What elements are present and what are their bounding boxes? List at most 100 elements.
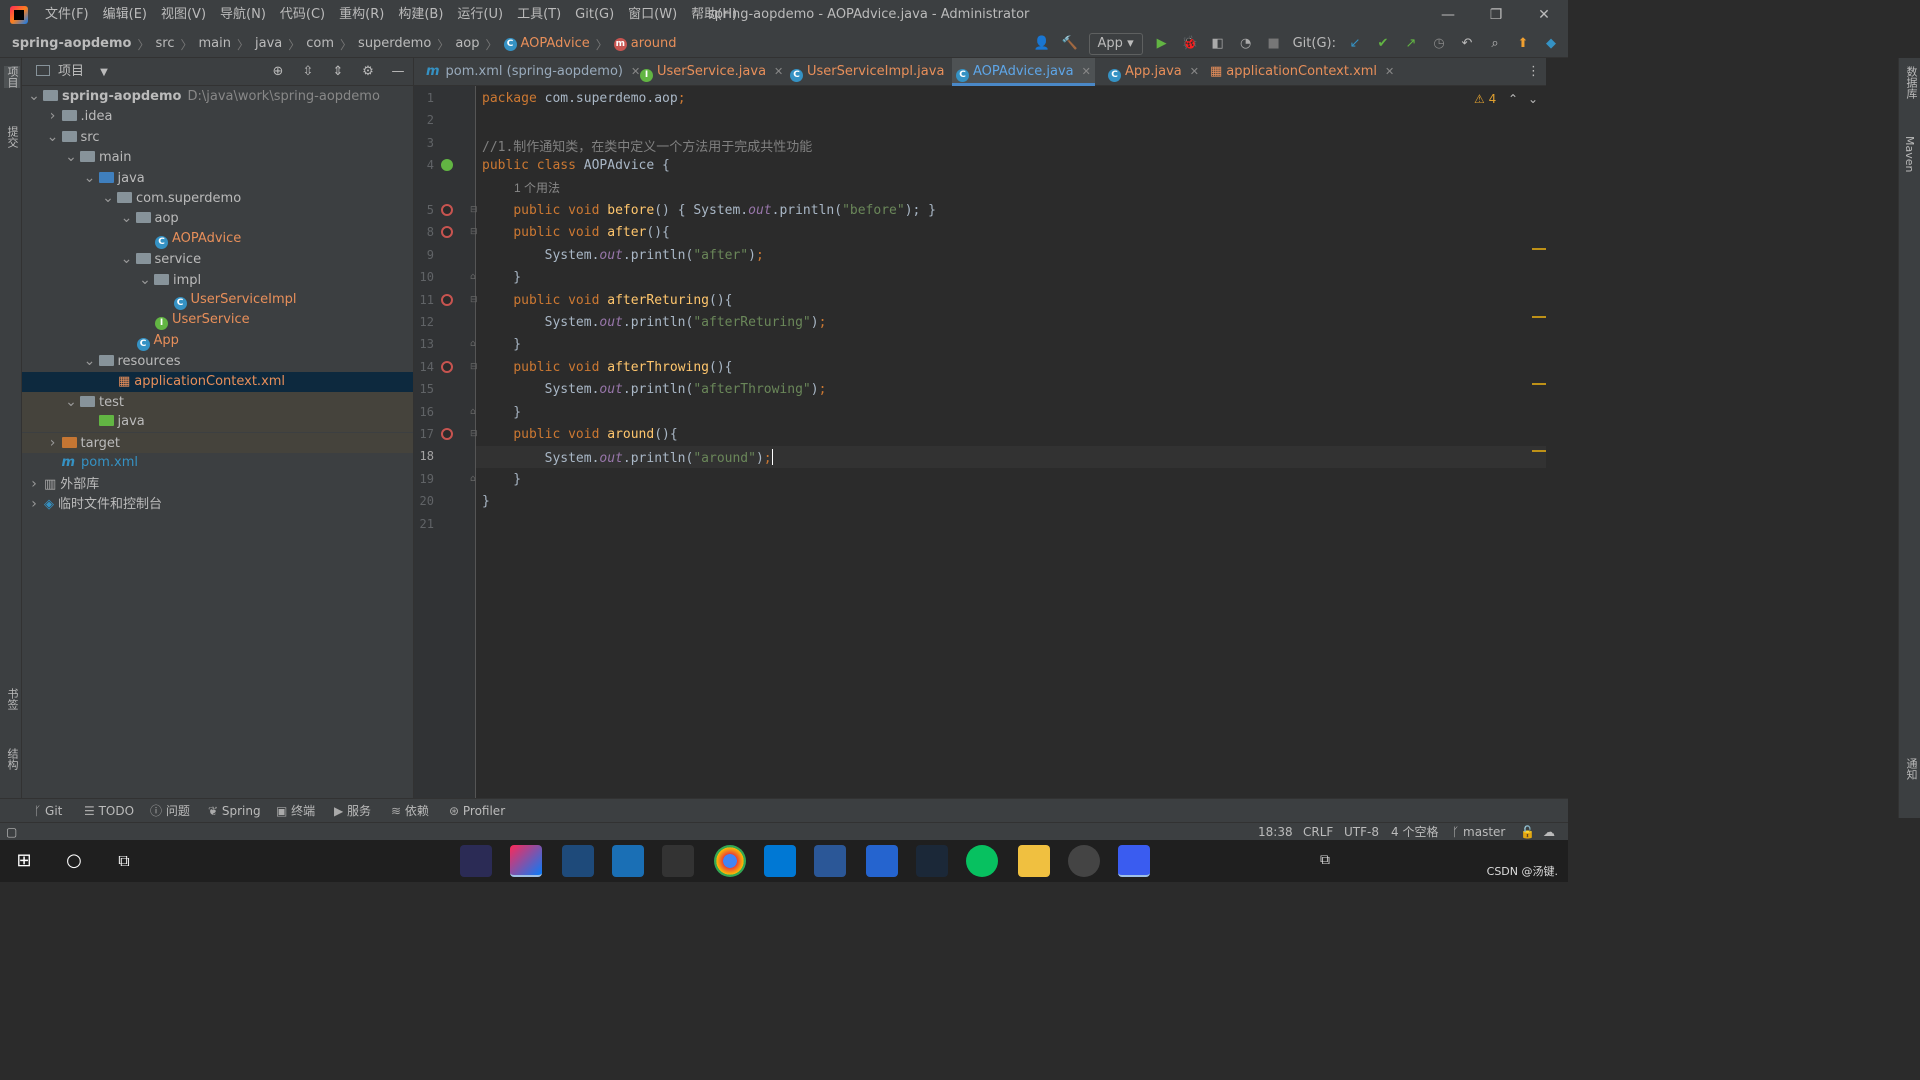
tree-item[interactable]: C App xyxy=(22,331,413,351)
fold-marker-icon[interactable]: ⌂ xyxy=(470,474,476,484)
git-push-icon[interactable]: ↗ xyxy=(1402,35,1420,53)
git-branch[interactable]: ᚴ master xyxy=(1452,823,1505,841)
chevron-down-icon[interactable]: ⌄ xyxy=(47,127,59,147)
caret-position[interactable]: 18:38 xyxy=(1258,823,1293,841)
update-icon[interactable]: ⬆ xyxy=(1514,35,1532,53)
toggle-tool-windows-icon[interactable]: ▢ xyxy=(6,823,17,841)
bottom-tool-3[interactable]: ❦ Spring xyxy=(208,799,261,823)
spring-bean-icon[interactable] xyxy=(441,159,453,172)
git-update-icon[interactable]: ↙ xyxy=(1346,35,1364,53)
aop-advice-marker-icon[interactable] xyxy=(441,428,453,440)
database-tool-tab[interactable]: 数据库 xyxy=(1903,66,1919,99)
bottom-tool-0[interactable]: ᚴ Git xyxy=(34,799,62,823)
tree-item[interactable]: ⌄ com.superdemo xyxy=(22,188,413,208)
bottom-tool-2[interactable]: ⓘ 问题 xyxy=(150,799,190,823)
breadcrumb-aop[interactable]: aop xyxy=(455,30,479,58)
warning-stripe[interactable] xyxy=(1532,383,1546,385)
close-icon[interactable]: ✕ xyxy=(774,65,783,78)
debug-icon[interactable]: 🐞 xyxy=(1181,35,1199,53)
fold-marker-icon[interactable]: ⊟ xyxy=(470,227,478,237)
tree-item[interactable]: ▦ applicationContext.xml xyxy=(22,371,413,392)
bookmarks-tool-tab[interactable]: 书签 xyxy=(4,688,20,710)
chevron-down-icon[interactable]: ⌄ xyxy=(28,86,40,106)
menu-window[interactable]: 窗口(W) xyxy=(621,0,684,30)
editor-tab[interactable]: C AOPAdvice.java ✕ xyxy=(952,58,1095,86)
chevron-down-icon[interactable]: ⌄ xyxy=(139,270,151,290)
tree-item[interactable]: java xyxy=(22,412,413,433)
commit-tool-tab[interactable]: 提交 xyxy=(4,126,20,148)
close-icon[interactable]: ✕ xyxy=(1190,65,1199,78)
warnings-indicator[interactable]: ⚠ 4 ⌃ ⌄ xyxy=(1474,92,1538,106)
chevron-down-icon[interactable]: ⌄ xyxy=(121,249,133,269)
run-icon[interactable]: ▶ xyxy=(1153,35,1171,53)
file-encoding[interactable]: UTF-8 xyxy=(1344,823,1379,841)
menu-run[interactable]: 运行(U) xyxy=(450,0,510,30)
collapse-all-icon[interactable]: ⇕ xyxy=(329,63,347,81)
jetbrains-icon[interactable]: ◆ xyxy=(1542,35,1560,53)
chevron-right-icon[interactable]: › xyxy=(47,106,59,126)
steam-icon[interactable] xyxy=(916,845,948,877)
project-tool-tab[interactable]: 项目 xyxy=(4,66,20,88)
indent-setting[interactable]: 4 个空格 xyxy=(1391,823,1438,841)
tree-item[interactable]: C UserServiceImpl xyxy=(22,290,413,310)
tree-item[interactable]: ⌄ impl xyxy=(22,270,413,290)
chevron-down-icon[interactable]: ⌄ xyxy=(102,188,114,208)
chevron-down-icon[interactable]: ⌄ xyxy=(84,168,96,188)
git-commit-icon[interactable]: ✔ xyxy=(1374,35,1392,53)
video-app-icon[interactable] xyxy=(1118,845,1150,877)
tree-item[interactable]: › .idea xyxy=(22,106,413,126)
menu-refactor[interactable]: 重构(R) xyxy=(332,0,391,30)
cloud-icon[interactable]: ☁ xyxy=(1543,823,1555,841)
tray-window-icon[interactable]: ⧉ xyxy=(1320,852,1330,868)
structure-tool-tab[interactable]: 结构 xyxy=(4,748,20,770)
menu-edit[interactable]: 编辑(E) xyxy=(96,0,154,30)
chevron-down-icon[interactable]: ⌄ xyxy=(65,392,77,412)
expand-all-icon[interactable]: ⇳ xyxy=(299,63,317,81)
breadcrumb-main[interactable]: main xyxy=(199,30,231,58)
fold-marker-icon[interactable]: ⊟ xyxy=(470,429,478,439)
search-icon[interactable]: ⌕ xyxy=(1486,35,1504,53)
chevron-down-icon[interactable]: ⌄ xyxy=(121,208,133,228)
chevron-up-icon[interactable]: ⌃ xyxy=(1508,92,1518,106)
breadcrumb-superdemo[interactable]: superdemo xyxy=(358,30,431,58)
fold-marker-icon[interactable]: ⊟ xyxy=(470,362,478,372)
search-icon[interactable]: ○ xyxy=(58,845,90,877)
git-history-icon[interactable]: ◷ xyxy=(1430,35,1448,53)
tree-item[interactable]: ⌄ test xyxy=(22,392,413,412)
profile-icon[interactable]: ◔ xyxy=(1237,35,1255,53)
menu-code[interactable]: 代码(C) xyxy=(273,0,332,30)
chevron-down-icon[interactable]: ⌄ xyxy=(65,147,77,167)
editor-tab[interactable]: CUserServiceImpl.java✕ xyxy=(786,58,966,86)
bottom-tool-7[interactable]: ⊛ Profiler xyxy=(449,799,505,823)
close-icon[interactable]: ✕ xyxy=(1082,65,1091,78)
vscode-icon[interactable] xyxy=(764,845,796,877)
code-editor[interactable]: 1 2 3 4 5 ⊟ 8 ⊟ 9 10 ⌂ 11 ⊟ 12 13 ⌂ 14 ⊟ 15 16 ⌂ 17 ⊟ 18 19 ⌂ 20 21… xyxy=(414,86,1546,798)
user-icon[interactable]: 👤 xyxy=(1033,35,1051,53)
fold-marker-icon[interactable]: ⊟ xyxy=(470,205,478,215)
lock-icon[interactable]: 🔓 xyxy=(1520,823,1535,841)
build-hammer-icon[interactable]: 🔨 xyxy=(1061,35,1079,53)
menu-tools[interactable]: 工具(T) xyxy=(510,0,568,30)
gear-icon[interactable]: ⚙ xyxy=(359,63,377,81)
stop-icon[interactable]: ■ xyxy=(1265,35,1283,53)
eclipse-icon[interactable] xyxy=(460,845,492,877)
fold-marker-icon[interactable]: ⌂ xyxy=(470,339,476,349)
browser-icon[interactable] xyxy=(562,845,594,877)
breadcrumb-java[interactable]: java xyxy=(255,30,282,58)
menu-view[interactable]: 视图(V) xyxy=(154,0,213,30)
warning-stripe[interactable] xyxy=(1532,450,1546,452)
editor-tab[interactable]: C App.java ✕ xyxy=(1104,58,1203,86)
app-icon[interactable] xyxy=(612,845,644,877)
aop-advice-marker-icon[interactable] xyxy=(441,226,453,239)
breadcrumb-src[interactable]: src xyxy=(156,30,175,58)
tree-item[interactable]: ⌄ aop xyxy=(22,208,413,228)
restore-button[interactable]: ❐ xyxy=(1472,0,1520,30)
bottom-tool-1[interactable]: ☰ TODO xyxy=(84,799,134,823)
fold-marker-icon[interactable]: ⌂ xyxy=(470,272,476,282)
notifications-tool-tab[interactable]: 通知 xyxy=(1903,758,1919,780)
task-view-icon[interactable]: ⧉ xyxy=(108,845,140,877)
terminal-icon[interactable] xyxy=(662,845,694,877)
tree-item[interactable]: ⌄ java xyxy=(22,168,413,188)
tree-item[interactable]: ⌄ spring-aopdemo D:\java\work\spring-aopde… xyxy=(22,86,413,106)
bottom-tool-6[interactable]: ≋ 依赖 xyxy=(391,799,429,823)
